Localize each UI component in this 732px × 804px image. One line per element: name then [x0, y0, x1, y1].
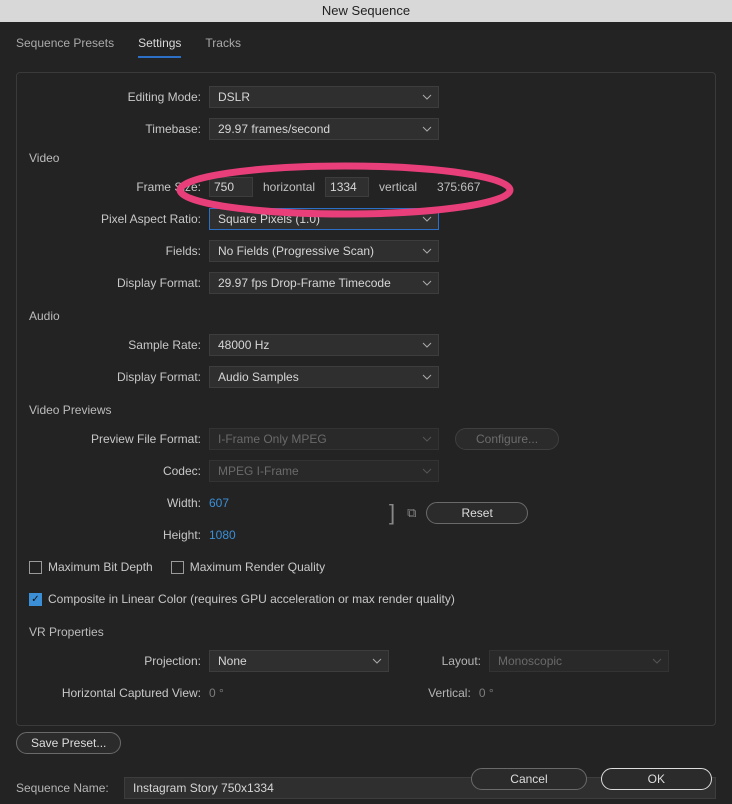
audio-display-format-value: Audio Samples — [218, 370, 299, 384]
audio-display-format-label: Display Format: — [29, 370, 209, 384]
video-display-format-label: Display Format: — [29, 276, 209, 290]
chevron-down-icon — [422, 468, 432, 474]
preview-height-label: Height: — [29, 528, 209, 542]
sample-rate-label: Sample Rate: — [29, 338, 209, 352]
fields-select[interactable]: No Fields (Progressive Scan) — [209, 240, 439, 262]
composite-linear-checkbox[interactable]: ✓ Composite in Linear Color (requires GP… — [29, 592, 455, 606]
layout-value: Monoscopic — [498, 654, 562, 668]
projection-label: Projection: — [29, 654, 209, 668]
vr-section-title: VR Properties — [29, 625, 703, 639]
composite-linear-label: Composite in Linear Color (requires GPU … — [48, 592, 455, 606]
fields-label: Fields: — [29, 244, 209, 258]
checkbox-icon — [29, 561, 42, 574]
projection-select[interactable]: None — [209, 650, 389, 672]
tab-bar: Sequence Presets Settings Tracks — [16, 36, 716, 58]
preview-file-format-select: I-Frame Only MPEG — [209, 428, 439, 450]
sample-rate-value: 48000 Hz — [218, 338, 269, 352]
sample-rate-select[interactable]: 48000 Hz — [209, 334, 439, 356]
projection-value: None — [218, 654, 247, 668]
horizontal-label: horizontal — [263, 180, 315, 194]
layout-label: Layout: — [429, 654, 489, 668]
cancel-button[interactable]: Cancel — [471, 768, 586, 790]
aspect-ratio-text: 375:667 — [437, 180, 480, 194]
settings-panel: Editing Mode: DSLR Timebase: 29.97 frame… — [16, 72, 716, 726]
chevron-down-icon — [422, 436, 432, 442]
audio-section-title: Audio — [29, 309, 703, 323]
vcv-value: 0 ° — [479, 686, 494, 700]
preview-height-value[interactable]: 1080 — [209, 528, 236, 542]
configure-button: Configure... — [455, 428, 559, 450]
chevron-down-icon — [422, 374, 432, 380]
frame-size-label: Frame Size: — [29, 180, 209, 194]
editing-mode-value: DSLR — [218, 90, 250, 104]
chevron-down-icon — [422, 248, 432, 254]
timebase-value: 29.97 frames/second — [218, 122, 330, 136]
vcv-label: Vertical: — [419, 686, 479, 700]
chevron-down-icon — [422, 126, 432, 132]
video-display-format-select[interactable]: 29.97 fps Drop-Frame Timecode — [209, 272, 439, 294]
chevron-down-icon — [652, 658, 662, 664]
sequence-name-label: Sequence Name: — [16, 781, 124, 795]
tab-settings[interactable]: Settings — [138, 36, 181, 58]
chevron-down-icon — [422, 216, 432, 222]
checkbox-checked-icon: ✓ — [29, 593, 42, 606]
max-render-quality-label: Maximum Render Quality — [190, 560, 325, 574]
max-bit-depth-label: Maximum Bit Depth — [48, 560, 153, 574]
window-title: New Sequence — [0, 0, 732, 22]
vertical-label: vertical — [379, 180, 417, 194]
tab-sequence-presets[interactable]: Sequence Presets — [16, 36, 114, 58]
reset-button[interactable]: Reset — [426, 502, 527, 524]
layout-select: Monoscopic — [489, 650, 669, 672]
frame-width-input[interactable]: 750 — [209, 177, 253, 197]
max-render-quality-checkbox[interactable]: Maximum Render Quality — [171, 560, 325, 574]
preview-width-label: Width: — [29, 496, 209, 510]
timebase-select[interactable]: 29.97 frames/second — [209, 118, 439, 140]
save-preset-button[interactable]: Save Preset... — [16, 732, 121, 754]
chevron-down-icon — [422, 280, 432, 286]
video-section-title: Video — [29, 151, 703, 165]
hcv-label: Horizontal Captured View: — [29, 686, 209, 700]
link-icon[interactable]: ⧉ — [407, 505, 416, 521]
video-display-format-value: 29.97 fps Drop-Frame Timecode — [218, 276, 391, 290]
ok-button[interactable]: OK — [601, 768, 712, 790]
video-previews-section-title: Video Previews — [29, 403, 703, 417]
preview-file-format-label: Preview File Format: — [29, 432, 209, 446]
audio-display-format-select[interactable]: Audio Samples — [209, 366, 439, 388]
pixel-aspect-ratio-value: Square Pixels (1.0) — [218, 212, 320, 226]
pixel-aspect-ratio-label: Pixel Aspect Ratio: — [29, 212, 209, 226]
hcv-value: 0 ° — [209, 686, 224, 700]
timebase-label: Timebase: — [29, 122, 209, 136]
editing-mode-select[interactable]: DSLR — [209, 86, 439, 108]
fields-value: No Fields (Progressive Scan) — [218, 244, 374, 258]
dialog-footer: Cancel OK — [471, 768, 712, 790]
tab-tracks[interactable]: Tracks — [205, 36, 241, 58]
chevron-down-icon — [372, 658, 382, 664]
chevron-down-icon — [422, 94, 432, 100]
link-bracket-icon: ] — [389, 500, 395, 526]
max-bit-depth-checkbox[interactable]: Maximum Bit Depth — [29, 560, 153, 574]
editing-mode-label: Editing Mode: — [29, 90, 209, 104]
codec-select: MPEG I-Frame — [209, 460, 439, 482]
preview-file-format-value: I-Frame Only MPEG — [218, 432, 327, 446]
codec-value: MPEG I-Frame — [218, 464, 299, 478]
dialog-body: Sequence Presets Settings Tracks Editing… — [0, 22, 732, 804]
checkbox-icon — [171, 561, 184, 574]
pixel-aspect-ratio-select[interactable]: Square Pixels (1.0) — [209, 208, 439, 230]
codec-label: Codec: — [29, 464, 209, 478]
frame-height-input[interactable]: 1334 — [325, 177, 369, 197]
chevron-down-icon — [422, 342, 432, 348]
preview-width-value[interactable]: 607 — [209, 496, 229, 510]
